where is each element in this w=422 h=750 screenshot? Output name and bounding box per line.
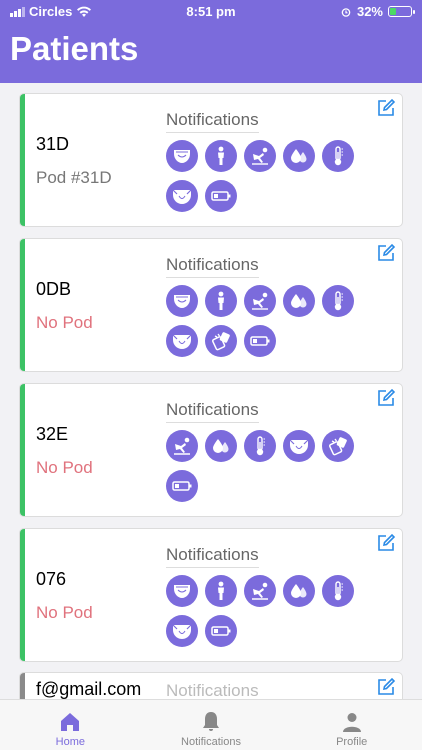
pod-detached-icon[interactable] — [322, 430, 354, 462]
fall-icon[interactable] — [244, 575, 276, 607]
patient-card[interactable]: f@gmail.com Notifications — [19, 672, 403, 699]
edit-icon[interactable] — [376, 98, 396, 118]
patient-card[interactable]: 0DB No Pod Notifications — [19, 238, 403, 372]
notifications-label: Notifications — [166, 110, 259, 133]
thermometer-icon[interactable] — [244, 430, 276, 462]
status-bar: Circles 8:51 pm 32% — [0, 0, 422, 22]
edit-icon[interactable] — [376, 388, 396, 408]
patient-list[interactable]: 31D Pod #31D Notifications 0DB No Pod Notific… — [0, 83, 422, 699]
status-stripe — [20, 384, 25, 516]
alarm-icon — [341, 7, 351, 17]
home-icon — [61, 713, 80, 731]
diaper-open-icon[interactable] — [166, 325, 198, 357]
patient-id: 0DB — [36, 279, 72, 299]
pod-status: No Pod — [36, 603, 93, 622]
edit-icon[interactable] — [376, 677, 396, 697]
battery-icon[interactable] — [205, 180, 237, 212]
diaper-icon[interactable] — [166, 285, 198, 317]
notification-icons — [166, 285, 366, 357]
water-drop-icon[interactable] — [283, 140, 315, 172]
tab-notifications-label: Notifications — [181, 736, 241, 748]
water-drop-icon[interactable] — [283, 575, 315, 607]
thermometer-icon[interactable] — [322, 575, 354, 607]
diaper-open-icon[interactable] — [166, 180, 198, 212]
tab-home[interactable]: Home — [0, 700, 141, 750]
water-drop-icon[interactable] — [283, 285, 315, 317]
person-icon — [342, 713, 361, 732]
notification-icons — [166, 430, 366, 502]
fall-icon[interactable] — [244, 140, 276, 172]
status-stripe — [20, 94, 25, 226]
battery-status-icon — [388, 6, 415, 17]
tab-notifications[interactable]: Notifications — [141, 700, 282, 750]
notifications-label: Notifications — [166, 681, 259, 699]
patient-card[interactable]: 076 No Pod Notifications — [19, 528, 403, 662]
diaper-open-icon[interactable] — [166, 615, 198, 647]
notifications-label: Notifications — [166, 400, 259, 423]
patient-id: f@gmail.com — [36, 679, 142, 699]
pod-detached-icon[interactable] — [205, 325, 237, 357]
status-stripe — [20, 239, 25, 371]
tab-bar: Home Notifications Profile — [0, 699, 422, 750]
standing-person-icon[interactable] — [205, 285, 237, 317]
pod-status: No Pod — [36, 458, 93, 477]
diaper-icon[interactable] — [166, 140, 198, 172]
water-drop-icon[interactable] — [205, 430, 237, 462]
app-header: Circles 8:51 pm 32% Patients — [0, 0, 422, 83]
tab-profile[interactable]: Profile — [281, 700, 422, 750]
notification-icons — [166, 575, 366, 647]
tab-profile-label: Profile — [336, 736, 368, 748]
patient-card[interactable]: 31D Pod #31D Notifications — [19, 93, 403, 227]
thermometer-icon[interactable] — [322, 140, 354, 172]
bell-icon — [203, 712, 219, 731]
thermometer-icon[interactable] — [322, 285, 354, 317]
patient-id: 32E — [36, 424, 69, 444]
diaper-icon[interactable] — [166, 575, 198, 607]
notifications-label: Notifications — [166, 545, 259, 568]
patient-id: 076 — [36, 569, 67, 589]
notification-icons — [166, 140, 366, 212]
edit-icon[interactable] — [376, 243, 396, 263]
edit-icon[interactable] — [376, 533, 396, 553]
battery-percent: 32% — [356, 4, 383, 19]
notifications-label: Notifications — [166, 255, 259, 278]
fall-icon[interactable] — [244, 285, 276, 317]
status-stripe — [20, 673, 25, 699]
tab-home-label: Home — [55, 736, 85, 748]
diaper-open-icon[interactable] — [283, 430, 315, 462]
standing-person-icon[interactable] — [205, 575, 237, 607]
status-stripe — [20, 529, 25, 661]
page-title: Patients — [10, 30, 139, 67]
patient-id: 31D — [36, 134, 70, 154]
pod-status: Pod #31D — [36, 168, 112, 187]
battery-icon[interactable] — [205, 615, 237, 647]
fall-icon[interactable] — [166, 430, 198, 462]
patient-card[interactable]: 32E No Pod Notifications — [19, 383, 403, 517]
standing-person-icon[interactable] — [205, 140, 237, 172]
battery-icon[interactable] — [244, 325, 276, 357]
pod-status: No Pod — [36, 313, 93, 332]
battery-icon[interactable] — [166, 470, 198, 502]
